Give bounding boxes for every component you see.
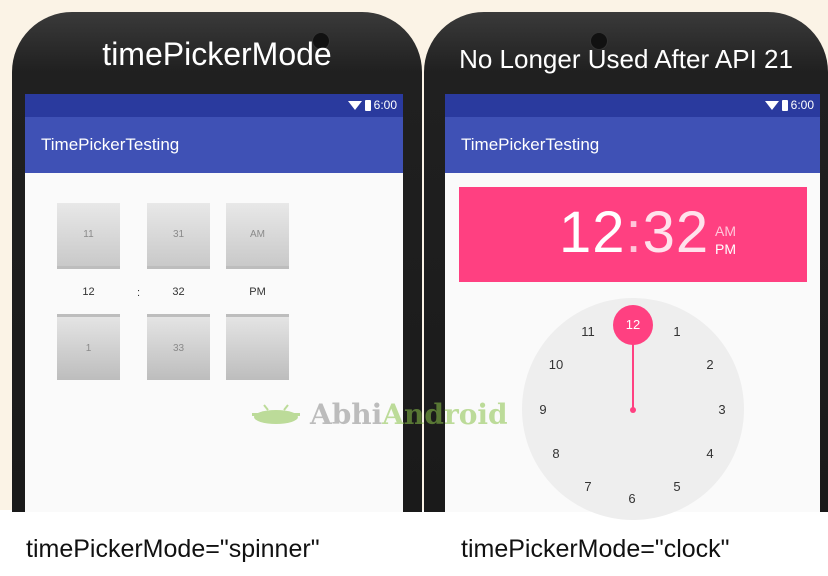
ampm-prev[interactable]: AM (226, 203, 289, 266)
status-bar: 6:00 (25, 94, 403, 117)
watermark-text-android: Android (382, 398, 508, 431)
status-bar: 6:00 (445, 94, 820, 117)
clock-hour[interactable]: 12 (559, 200, 626, 265)
clock-number[interactable]: 5 (665, 475, 689, 499)
clock-number[interactable]: 2 (698, 353, 722, 377)
clock-number[interactable]: 11 (576, 320, 600, 344)
phone-title: No Longer Used After API 21 (459, 44, 793, 74)
clock-number[interactable]: 6 (620, 487, 644, 511)
clock-number[interactable]: 8 (544, 442, 568, 466)
minute-selected: 32 (172, 285, 185, 298)
minute-next[interactable]: 33 (147, 317, 210, 380)
clock-dial[interactable]: 12 1 2 3 4 5 6 7 8 9 10 11 (522, 298, 744, 520)
screen: 6:00 TimePickerTesting 11 12 1 : 31 32 3… (25, 94, 403, 512)
ampm-next[interactable] (226, 317, 289, 380)
caption-spinner: timePickerMode="spinner" (26, 535, 320, 563)
watermark-text-abhi: Abhi (310, 398, 383, 431)
am-toggle[interactable]: AM (715, 223, 736, 239)
time-separator: : (137, 287, 141, 299)
wifi-icon (347, 100, 362, 110)
android-logo-icon (252, 403, 300, 424)
clock-minute[interactable]: 32 (643, 200, 710, 265)
status-time: 6:00 (373, 98, 397, 112)
clock-selected-hour[interactable]: 12 (613, 305, 653, 345)
ampm-spinner[interactable]: AM PM (226, 203, 289, 380)
clock-number[interactable]: 3 (710, 398, 734, 422)
battery-icon (364, 99, 371, 111)
caption-clock: timePickerMode="clock" (461, 535, 730, 563)
minute-spinner[interactable]: 31 32 33 (147, 203, 210, 380)
clock-number[interactable]: 4 (698, 442, 722, 466)
hour-prev[interactable]: 11 (57, 203, 120, 266)
hour-next[interactable]: 1 (57, 317, 120, 380)
clock-center (630, 407, 636, 413)
status-time: 6:00 (790, 98, 814, 112)
clock-number[interactable]: 9 (531, 398, 555, 422)
phone-spinner: timePickerMode 6:00 TimePickerTesting 11… (12, 12, 422, 512)
app-bar: TimePickerTesting (445, 117, 820, 173)
hour-spinner[interactable]: 11 12 1 (57, 203, 120, 380)
hour-selected: 12 (82, 285, 95, 298)
clock-time: 12:32 (559, 199, 709, 266)
app-title: TimePickerTesting (41, 135, 180, 154)
ampm-selected: PM (249, 285, 266, 298)
pm-toggle[interactable]: PM (715, 241, 736, 257)
clock-hand (632, 344, 634, 410)
clock-number[interactable]: 7 (576, 475, 600, 499)
minute-prev[interactable]: 31 (147, 203, 210, 266)
watermark: Abhi Android (248, 398, 508, 431)
app-title: TimePickerTesting (461, 135, 600, 154)
battery-icon (781, 99, 788, 111)
clock-separator: : (625, 200, 643, 265)
clock-header: 12:32 AM PM (459, 187, 807, 282)
clock-number[interactable]: 10 (544, 353, 568, 377)
clock-number[interactable]: 1 (665, 320, 689, 344)
wifi-icon (764, 100, 779, 110)
app-bar: TimePickerTesting (25, 117, 403, 173)
phone-title: timePickerMode (102, 36, 332, 72)
